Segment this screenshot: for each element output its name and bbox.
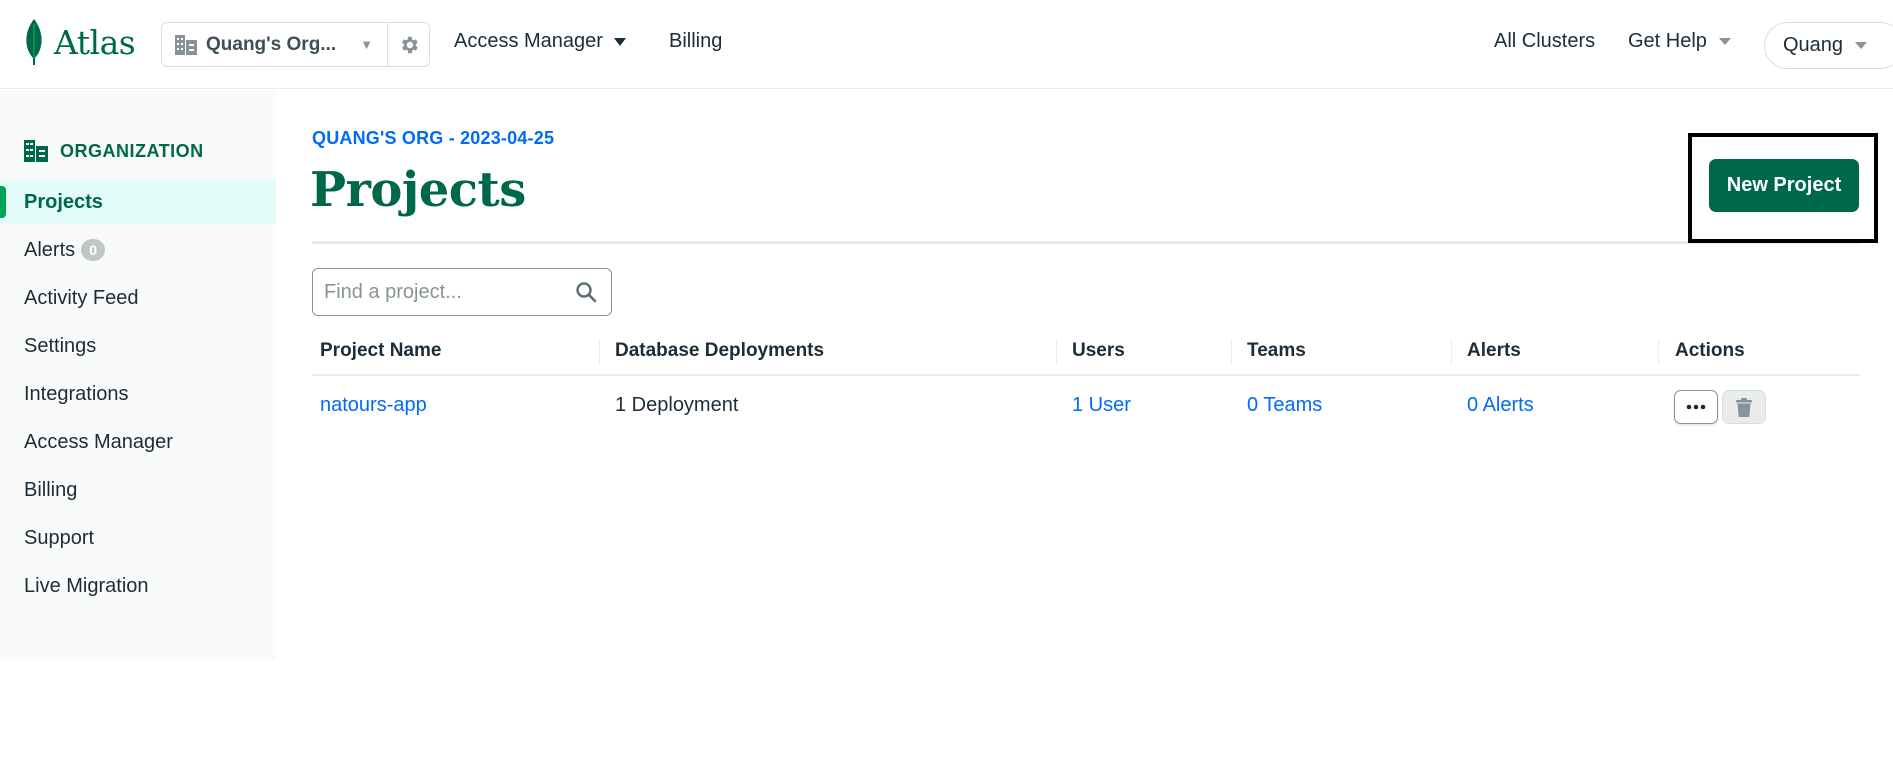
sidebar-heading-label: ORGANIZATION bbox=[60, 140, 204, 161]
sidebar-item-billing[interactable]: Billing bbox=[0, 468, 276, 512]
column-header-users[interactable]: Users bbox=[1072, 340, 1125, 362]
sidebar-heading: ORGANIZATION bbox=[24, 140, 204, 162]
org-name: Quang's Org... bbox=[206, 33, 337, 55]
org-select[interactable]: Quang's Org... ▼ bbox=[162, 23, 388, 66]
all-clusters-label: All Clusters bbox=[1494, 30, 1596, 52]
chevron-down-icon bbox=[1855, 42, 1868, 49]
sidebar-item-alerts[interactable]: Alerts 0 bbox=[0, 228, 276, 272]
column-divider bbox=[599, 339, 600, 365]
access-manager-label: Access Manager bbox=[454, 30, 603, 52]
project-search bbox=[312, 268, 612, 316]
alerts-link[interactable]: 0 Alerts bbox=[1467, 394, 1534, 417]
column-header-project-name[interactable]: Project Name bbox=[320, 340, 441, 362]
column-header-actions: Actions bbox=[1675, 340, 1745, 361]
divider bbox=[312, 374, 1860, 376]
divider bbox=[312, 241, 1860, 244]
all-clusters-link[interactable]: All Clusters bbox=[1494, 30, 1595, 53]
search-input[interactable] bbox=[324, 280, 564, 304]
users-link[interactable]: 1 User bbox=[1072, 394, 1131, 417]
sidebar-item-label: Activity Feed bbox=[24, 286, 139, 309]
sidebar-item-label: Access Manager bbox=[24, 430, 173, 453]
sidebar-item-activity-feed[interactable]: Activity Feed bbox=[0, 276, 276, 320]
page-title: Projects bbox=[310, 162, 526, 218]
column-divider bbox=[1451, 339, 1452, 365]
building-icon bbox=[175, 34, 197, 55]
logo-text: Atlas bbox=[54, 22, 136, 62]
sidebar-item-label: Live Migration bbox=[24, 574, 149, 597]
access-manager-menu[interactable]: Access Manager bbox=[454, 30, 626, 53]
sidebar: ORGANIZATION Projects Alerts 0 Activity … bbox=[0, 90, 276, 660]
new-project-button[interactable]: New Project bbox=[1709, 159, 1859, 212]
column-header-alerts[interactable]: Alerts bbox=[1467, 340, 1521, 362]
sidebar-item-integrations[interactable]: Integrations bbox=[0, 372, 276, 416]
gear-icon bbox=[401, 36, 418, 53]
chevron-down-icon bbox=[1718, 38, 1731, 45]
sidebar-item-label: Projects bbox=[24, 190, 103, 213]
billing-label: Billing bbox=[669, 30, 723, 52]
project-name-link[interactable]: natours-app bbox=[320, 394, 427, 417]
leaf-logo-icon bbox=[26, 19, 42, 65]
sidebar-item-label: Support bbox=[24, 526, 95, 549]
column-divider bbox=[1231, 339, 1232, 365]
column-header-teams[interactable]: Teams bbox=[1247, 340, 1306, 362]
user-name: Quang bbox=[1783, 34, 1844, 56]
org-settings-button[interactable] bbox=[388, 23, 429, 66]
column-divider bbox=[1658, 339, 1659, 365]
search-icon[interactable] bbox=[575, 281, 597, 303]
trash-icon bbox=[1736, 397, 1752, 417]
sidebar-item-label: Integrations bbox=[24, 382, 129, 405]
sidebar-item-access-manager[interactable]: Access Manager bbox=[0, 420, 276, 464]
ellipsis-icon bbox=[1686, 404, 1706, 410]
get-help-label: Get Help bbox=[1628, 30, 1707, 52]
sidebar-item-label: Billing bbox=[24, 478, 78, 501]
building-icon bbox=[24, 140, 48, 162]
teams-link[interactable]: 0 Teams bbox=[1247, 394, 1322, 417]
user-menu[interactable]: Quang bbox=[1764, 22, 1893, 69]
column-header-deployments[interactable]: Database Deployments bbox=[615, 340, 824, 362]
breadcrumb[interactable]: QUANG'S ORG - 2023-04-25 bbox=[312, 128, 554, 149]
top-navbar: Atlas Quang's Org... ▼ Access Manager Bi… bbox=[0, 0, 1893, 89]
alerts-count-badge: 0 bbox=[81, 239, 106, 261]
sidebar-item-live-migration[interactable]: Live Migration bbox=[0, 564, 276, 608]
sidebar-item-projects[interactable]: Projects bbox=[0, 180, 276, 224]
billing-link[interactable]: Billing bbox=[669, 30, 722, 53]
sidebar-item-settings[interactable]: Settings bbox=[0, 324, 276, 368]
delete-project-button[interactable] bbox=[1722, 390, 1766, 424]
chevron-down-icon bbox=[613, 37, 626, 46]
sidebar-item-label: Settings bbox=[24, 334, 97, 357]
column-divider bbox=[1056, 339, 1057, 365]
get-help-menu[interactable]: Get Help bbox=[1628, 30, 1731, 53]
atlas-logo[interactable]: Atlas bbox=[22, 18, 136, 66]
chevron-down-icon: ▼ bbox=[360, 37, 373, 52]
org-switcher: Quang's Org... ▼ bbox=[161, 22, 430, 67]
sidebar-item-support[interactable]: Support bbox=[0, 516, 276, 560]
more-actions-button[interactable] bbox=[1674, 390, 1718, 424]
sidebar-item-label: Alerts bbox=[24, 238, 76, 261]
deployments-count: 1 Deployment bbox=[615, 394, 739, 416]
